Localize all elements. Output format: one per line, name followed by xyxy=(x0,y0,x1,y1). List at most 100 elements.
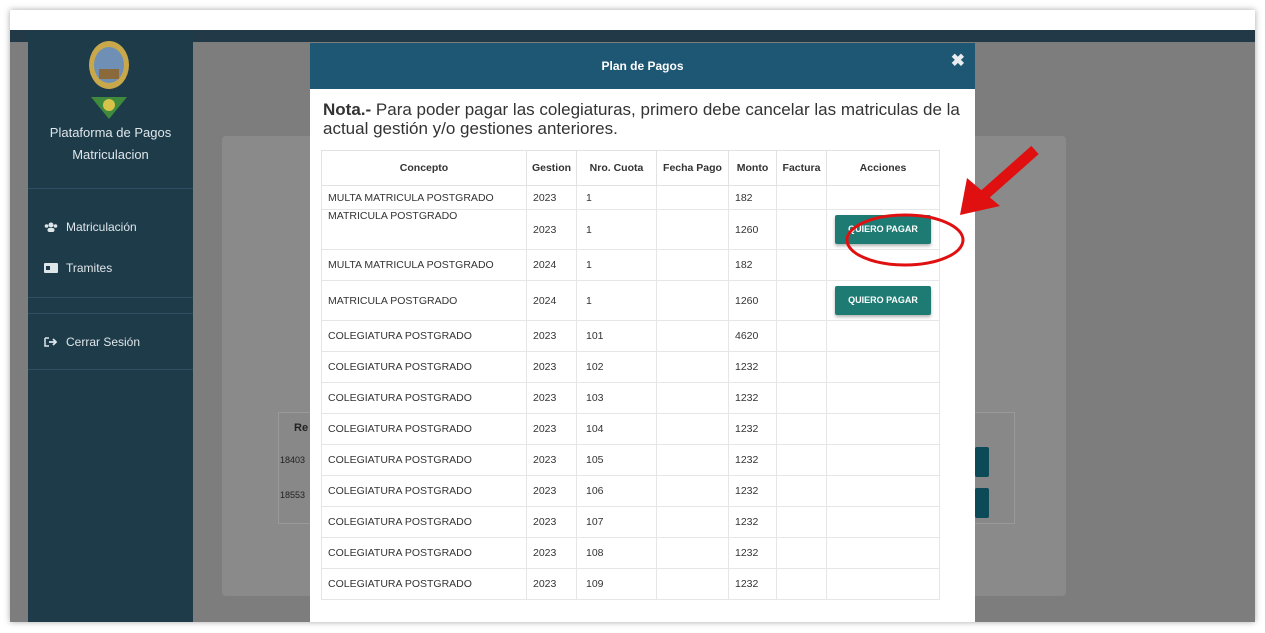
table-row: COLEGIATURA POSTGRADO 2023 102 1232 xyxy=(321,351,940,383)
table-row: COLEGIATURA POSTGRADO 2023 104 1232 xyxy=(321,413,940,445)
cell-fecha xyxy=(656,382,729,414)
cell-cuota: 1 xyxy=(576,280,657,321)
cell-factura xyxy=(776,320,827,352)
sidebar-item-label: Matriculación xyxy=(66,220,137,234)
column-header: Monto xyxy=(728,150,777,186)
table-row: COLEGIATURA POSTGRADO 2023 107 1232 xyxy=(321,506,940,538)
cell-gestion: 2023 xyxy=(526,413,577,445)
table-row: COLEGIATURA POSTGRADO 2023 101 4620 xyxy=(321,320,940,352)
cell-concepto: COLEGIATURA POSTGRADO xyxy=(321,506,527,538)
plan-de-pagos-modal: Plan de Pagos ✖ Nota.- Para poder pagar … xyxy=(310,43,975,622)
cell-fecha xyxy=(656,506,729,538)
cell-fecha xyxy=(656,209,729,250)
column-header: Factura xyxy=(776,150,827,186)
sidebar-item-label: Tramites xyxy=(66,261,113,275)
sidebar-item-matriculacion[interactable]: Matriculación xyxy=(44,220,137,234)
sidebar-divider xyxy=(28,313,193,314)
column-header: Gestion xyxy=(526,150,577,186)
cell-cuota: 101 xyxy=(576,320,657,352)
top-navbar xyxy=(10,30,1255,42)
users-icon xyxy=(44,222,58,232)
cell-concepto: COLEGIATURA POSTGRADO xyxy=(321,568,527,600)
cell-monto: 1232 xyxy=(728,351,777,383)
cell-gestion: 2023 xyxy=(526,537,577,569)
cell-monto: 1232 xyxy=(728,475,777,507)
quiero-pagar-button[interactable]: QUIERO PAGAR xyxy=(835,286,931,315)
sidebar: Plataforma de Pagos Matriculacion Matric… xyxy=(28,30,193,622)
cell-acciones xyxy=(826,249,940,281)
cell-concepto: COLEGIATURA POSTGRADO xyxy=(321,537,527,569)
cell-cuota: 105 xyxy=(576,444,657,476)
sidebar-item-cerrar-sesion[interactable]: Cerrar Sesión xyxy=(44,335,140,349)
close-icon[interactable]: ✖ xyxy=(951,51,965,71)
cell-concepto: COLEGIATURA POSTGRADO xyxy=(321,413,527,445)
cell-fecha xyxy=(656,568,729,600)
cell-monto: 1232 xyxy=(728,382,777,414)
cell-monto: 1232 xyxy=(728,568,777,600)
cell-factura xyxy=(776,444,827,476)
table-row: MULTA MATRICULA POSTGRADO 2024 1 182 xyxy=(321,249,940,281)
cell-factura xyxy=(776,249,827,281)
cell-acciones xyxy=(826,185,940,210)
cell-concepto: COLEGIATURA POSTGRADO xyxy=(321,320,527,352)
cell-fecha xyxy=(656,280,729,321)
table-row: COLEGIATURA POSTGRADO 2023 109 1232 xyxy=(321,568,940,600)
note-text: Para poder pagar las colegiaturas, prime… xyxy=(323,100,960,138)
id-card-icon xyxy=(44,263,58,273)
cell-cuota: 107 xyxy=(576,506,657,538)
cell-cuota: 103 xyxy=(576,382,657,414)
cell-acciones xyxy=(826,413,940,445)
column-header: Acciones xyxy=(826,150,940,186)
quiero-pagar-button[interactable]: QUIERO PAGAR xyxy=(835,215,931,244)
cell-concepto: COLEGIATURA POSTGRADO xyxy=(321,351,527,383)
coat-of-arms-logo-icon xyxy=(89,41,129,119)
column-header: Concepto xyxy=(321,150,527,186)
column-header: Fecha Pago xyxy=(656,150,729,186)
cell-cuota: 104 xyxy=(576,413,657,445)
cell-monto: 182 xyxy=(728,249,777,281)
cell-monto: 1260 xyxy=(728,209,777,250)
cell-factura xyxy=(776,413,827,445)
cell-gestion: 2023 xyxy=(526,382,577,414)
cell-acciones: QUIERO PAGAR xyxy=(826,209,940,250)
table-row: COLEGIATURA POSTGRADO 2023 103 1232 xyxy=(321,382,940,414)
cell-acciones xyxy=(826,475,940,507)
cell-cuota: 102 xyxy=(576,351,657,383)
cell-factura xyxy=(776,185,827,210)
background-header-fragment: Re xyxy=(294,422,309,434)
cell-fecha xyxy=(656,249,729,281)
cell-gestion: 2024 xyxy=(526,280,577,321)
cell-factura xyxy=(776,506,827,538)
background-row1-fragment: 18403 xyxy=(280,455,306,465)
sign-out-icon xyxy=(44,337,58,347)
modal-header: Plan de Pagos xyxy=(310,43,975,89)
cell-acciones xyxy=(826,320,940,352)
table-row: MULTA MATRICULA POSTGRADO 2023 1 182 xyxy=(321,185,940,210)
column-header: Nro. Cuota xyxy=(576,150,657,186)
modal-title: Plan de Pagos xyxy=(601,59,684,73)
payment-note: Nota.- Para poder pagar las colegiaturas… xyxy=(323,100,963,138)
cell-cuota: 106 xyxy=(576,475,657,507)
cell-factura xyxy=(776,568,827,600)
cell-monto: 4620 xyxy=(728,320,777,352)
cell-acciones xyxy=(826,444,940,476)
cell-cuota: 1 xyxy=(576,185,657,210)
cell-concepto: MULTA MATRICULA POSTGRADO xyxy=(321,249,527,281)
cell-acciones xyxy=(826,537,940,569)
cell-monto: 1232 xyxy=(728,444,777,476)
background-button xyxy=(975,488,989,518)
cell-monto: 1260 xyxy=(728,280,777,321)
table-body: MULTA MATRICULA POSTGRADO 2023 1 182 MATRICU… xyxy=(321,185,940,600)
cell-gestion: 2023 xyxy=(526,568,577,600)
table-row: COLEGIATURA POSTGRADO 2023 108 1232 xyxy=(321,537,940,569)
cell-monto: 1232 xyxy=(728,506,777,538)
cell-cuota: 1 xyxy=(576,209,657,250)
cell-gestion: 2023 xyxy=(526,351,577,383)
sidebar-item-tramites[interactable]: Tramites xyxy=(44,261,112,275)
cell-gestion: 2023 xyxy=(526,475,577,507)
top-strip xyxy=(10,10,1255,30)
sidebar-divider xyxy=(28,369,193,370)
background-row2-fragment: 18553 xyxy=(280,490,306,500)
cell-concepto: COLEGIATURA POSTGRADO xyxy=(321,475,527,507)
cell-cuota: 108 xyxy=(576,537,657,569)
